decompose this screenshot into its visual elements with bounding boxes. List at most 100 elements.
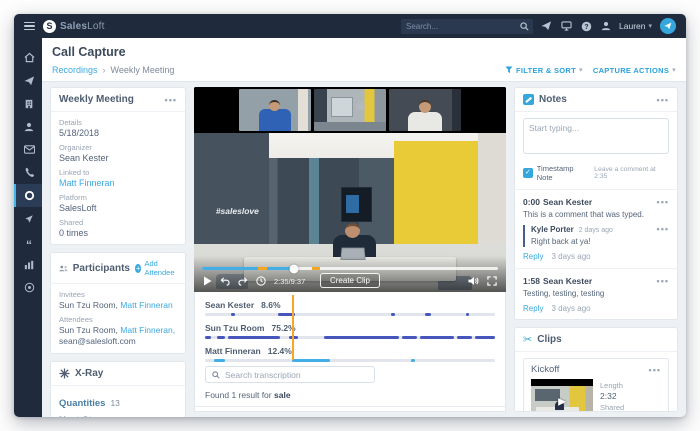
timestamp-checkbox[interactable]: ✓ — [523, 168, 533, 178]
comment-ago: 3 days ago — [551, 252, 590, 261]
user-menu[interactable]: Lauren ▾ — [619, 21, 652, 31]
search-icon[interactable] — [520, 22, 529, 31]
timeline-track[interactable] — [205, 313, 495, 316]
invitee-link[interactable]: Matt Finneran — [120, 300, 172, 310]
sidebar-item-analytics[interactable] — [14, 253, 42, 276]
clips-title: Clips — [537, 334, 561, 345]
filter-sort-button[interactable]: FILTER & SORT▾ — [505, 66, 583, 75]
sidebar-item-recordings[interactable] — [14, 184, 42, 207]
avatar[interactable] — [660, 18, 676, 34]
monitor-icon[interactable] — [561, 21, 572, 31]
timeline-track[interactable] — [205, 336, 495, 339]
reply-button[interactable]: Reply — [523, 304, 543, 313]
xray-card: X-Ray Quantities13 Next Steps10 Budget a… — [50, 361, 186, 417]
participant-video-1[interactable] — [239, 89, 311, 131]
notes-title: Notes — [539, 94, 567, 105]
shared-label: Shared — [59, 218, 177, 227]
page-title: Call Capture — [42, 38, 686, 63]
reply-ago: 2 days ago — [579, 227, 613, 234]
attendees-label: Attendees — [59, 315, 177, 324]
video-player[interactable]: #saleslove 2:35/ — [194, 87, 506, 292]
platform-value: SalesLoft — [59, 203, 177, 213]
transcription-search[interactable] — [205, 366, 375, 383]
person-icon — [24, 122, 34, 132]
timeline-track[interactable] — [205, 359, 495, 362]
add-attendee-button[interactable]: + Add Attendee — [135, 259, 177, 277]
participant-video-3[interactable] — [389, 89, 461, 131]
sidebar-item-compose[interactable] — [14, 207, 42, 230]
transcript-result-row[interactable]: 2:23 Sean Kester: when we talk about sal… — [205, 407, 495, 412]
sidebar-item-conversations[interactable]: “ — [14, 230, 42, 253]
send-icon[interactable] — [541, 21, 552, 31]
transcription-search-input[interactable] — [225, 370, 368, 380]
more-icon[interactable]: ••• — [657, 278, 669, 284]
breadcrumb: Recordings › Weekly Meeting FILTER & SOR… — [42, 63, 686, 81]
more-icon[interactable]: ••• — [657, 199, 669, 205]
playback-speed-icon[interactable] — [256, 276, 266, 286]
record-icon — [24, 190, 35, 201]
notes-icon — [523, 94, 534, 105]
details-value: 5/18/2018 — [59, 128, 177, 138]
clip-info: Length 2:32 Shared 0 times Share — [600, 379, 664, 412]
help-icon[interactable]: ? — [581, 21, 592, 32]
platform-label: Platform — [59, 193, 177, 202]
forward-icon[interactable] — [238, 277, 248, 286]
clips-card: ✂ Clips Kickoff ••• — [514, 327, 678, 412]
linked-value-link[interactable]: Matt Finneran — [59, 178, 177, 188]
brand-logo[interactable]: S SalesLoft — [43, 20, 105, 33]
play-icon: ▶ — [558, 397, 566, 408]
menu-icon[interactable] — [24, 22, 35, 31]
global-search[interactable] — [401, 19, 533, 34]
reply-text: Right back at ya! — [531, 236, 669, 247]
participants-title: Participants — [73, 263, 130, 274]
sidebar-item-home[interactable] — [14, 46, 42, 69]
video-controls: 2:35/9:37 Create Clip — [194, 270, 506, 292]
meeting-title: Weekly Meeting — [59, 94, 134, 105]
search-input[interactable] — [406, 22, 516, 31]
timeline-playhead[interactable] — [292, 295, 294, 360]
xray-item-quantities[interactable]: Quantities13 — [59, 398, 177, 409]
length-label: Length — [600, 381, 664, 390]
xray-icon — [59, 368, 70, 379]
clip-thumbnail[interactable]: ▶ — [531, 379, 593, 412]
envelope-icon — [24, 145, 35, 154]
capture-actions-button[interactable]: CAPTURE ACTIONS▾ — [593, 66, 676, 75]
create-clip-button[interactable]: Create Clip — [320, 273, 380, 288]
sidebar-item-accounts[interactable] — [14, 92, 42, 115]
search-icon — [212, 371, 220, 379]
bar-chart-icon — [24, 260, 34, 270]
breadcrumb-recordings[interactable]: Recordings — [52, 65, 98, 75]
diagonal-arrow-icon — [24, 214, 34, 224]
fullscreen-icon[interactable] — [487, 276, 497, 286]
note-input[interactable] — [523, 118, 669, 154]
volume-icon[interactable] — [468, 276, 479, 286]
attendee-link[interactable]: Matt Finneran, — [120, 325, 175, 335]
user-icon[interactable] — [601, 21, 611, 31]
more-icon[interactable]: ••• — [649, 367, 661, 373]
top-navbar: S SalesLoft ? Lauren ▾ — [14, 14, 686, 38]
phone-icon — [24, 167, 35, 178]
sidebar-item-people[interactable] — [14, 115, 42, 138]
rewind-icon[interactable] — [220, 277, 230, 286]
plane-icon — [664, 22, 672, 30]
more-icon[interactable]: ••• — [657, 226, 669, 232]
play-button[interactable] — [203, 276, 212, 286]
clip-item-kickoff: Kickoff ••• — [523, 358, 669, 412]
participant-filmstrip — [194, 87, 506, 133]
comment-time[interactable]: 1:58 — [523, 276, 540, 286]
xray-item-next-steps[interactable]: Next Steps10 — [59, 415, 177, 417]
more-icon[interactable]: ••• — [165, 97, 177, 103]
sidebar-item-phone[interactable] — [14, 161, 42, 184]
comment-time[interactable]: 0:00 — [523, 197, 540, 207]
timestamp-label: Timestamp Note — [537, 164, 590, 182]
sidebar-item-email[interactable] — [14, 138, 42, 161]
sidebar-item-live[interactable] — [14, 276, 42, 299]
sidebar-item-cadence[interactable] — [14, 69, 42, 92]
reply-button[interactable]: Reply — [523, 252, 543, 261]
more-icon[interactable]: ••• — [657, 97, 669, 103]
people-icon — [59, 264, 68, 273]
comment-text: This is a comment that was typed. — [523, 209, 669, 220]
speaker-percent: 12.4% — [268, 346, 292, 356]
participant-video-2[interactable] — [314, 89, 386, 131]
page-header: Call Capture Recordings › Weekly Meeting… — [42, 38, 686, 82]
